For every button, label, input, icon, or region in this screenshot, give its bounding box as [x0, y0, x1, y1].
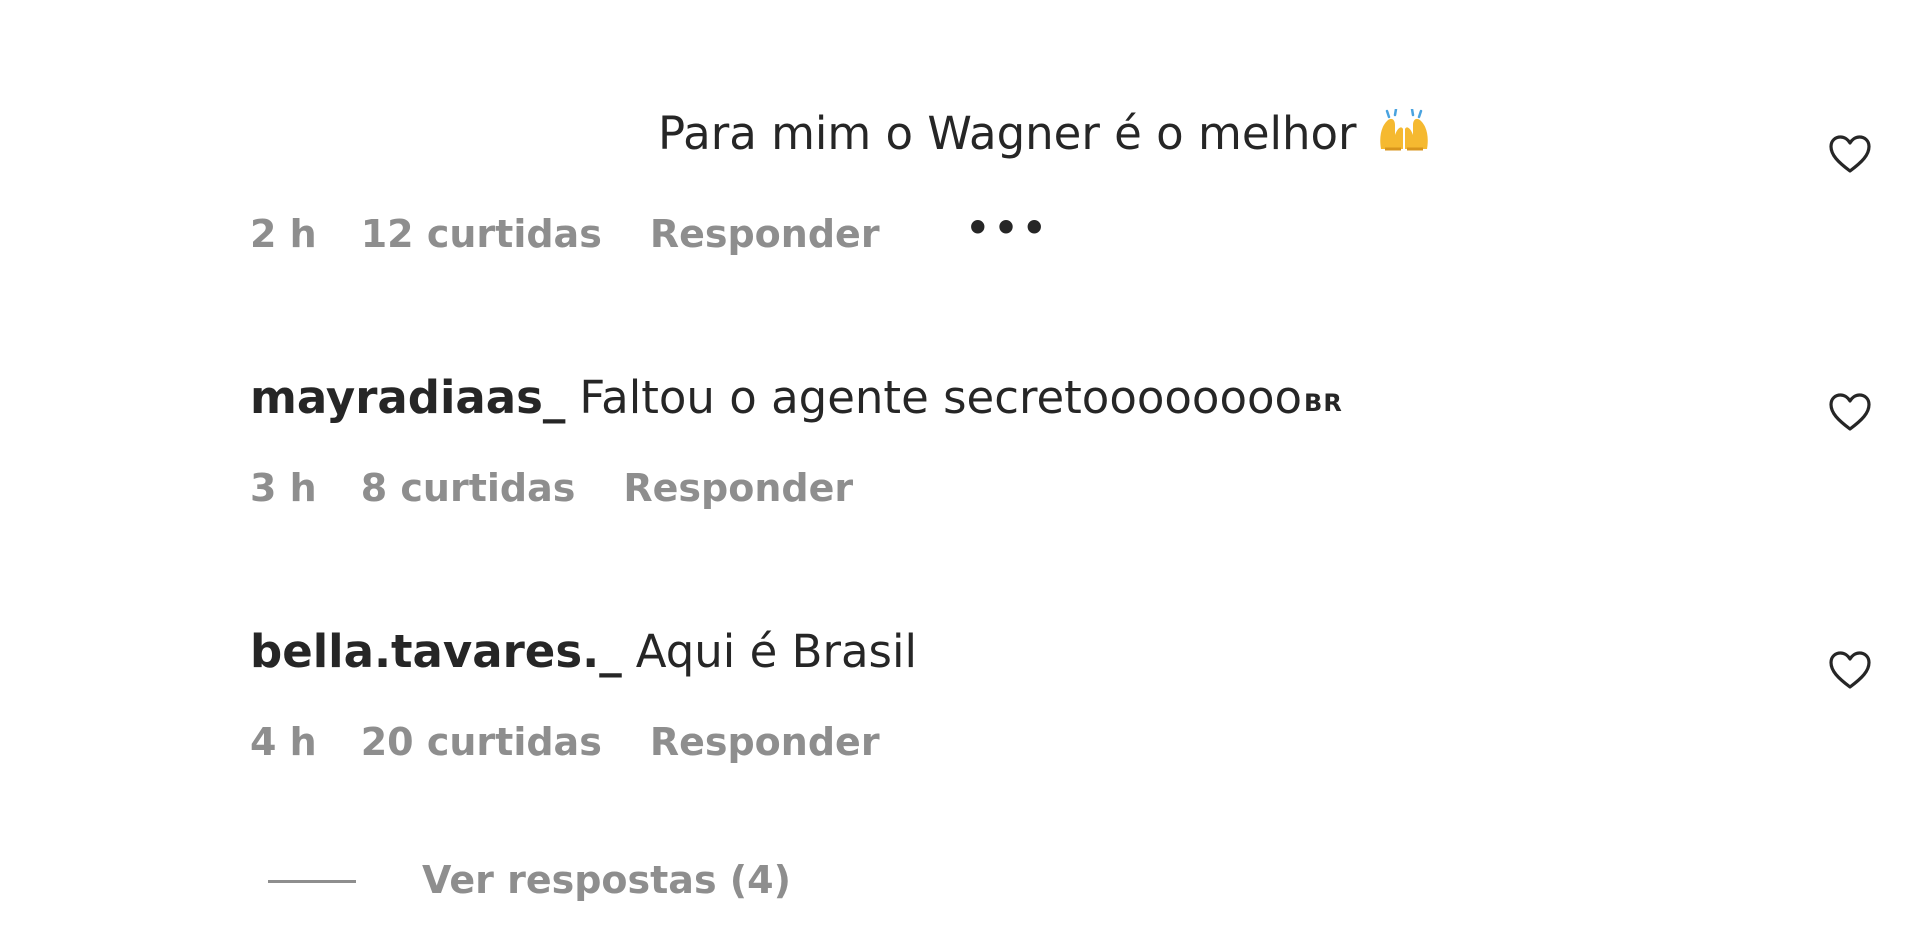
- comment-time: 3 h: [250, 466, 317, 510]
- comment-text: Para mim o Wagner é o melhor: [658, 107, 1357, 160]
- comment-username[interactable]: bella.tavares._: [250, 625, 622, 678]
- heart-outline-icon: [1829, 135, 1871, 173]
- reply-button[interactable]: Responder: [650, 718, 880, 766]
- heart-icon[interactable]: [1828, 134, 1872, 174]
- comment-meta: 4 h 20 curtidas Responder: [250, 718, 880, 766]
- heart-icon[interactable]: [1828, 650, 1872, 690]
- brazil-flag-badge: BR: [1304, 389, 1343, 417]
- comment-body: Para mim o Wagner é o melhor: [658, 106, 1433, 162]
- comment-meta: 2 h 12 curtidas Responder •••: [250, 204, 1050, 258]
- view-replies-label: Ver respostas (4): [422, 858, 791, 902]
- comment-likes[interactable]: 8 curtidas: [361, 464, 576, 512]
- more-options-button[interactable]: •••: [966, 204, 1051, 252]
- heart-outline-icon: [1829, 651, 1871, 689]
- comment-body: mayradiaas_ Faltou o agente secretooooooo…: [250, 370, 1343, 431]
- reply-button[interactable]: Responder: [650, 210, 880, 258]
- comment-text: Aqui é Brasil: [635, 625, 917, 678]
- comments-panel: Para mim o Wagner é o melhor 2 h 12 curti…: [0, 0, 1920, 951]
- comment-likes[interactable]: 20 curtidas: [361, 718, 602, 766]
- comment-username[interactable]: mayradiaas_: [250, 371, 565, 424]
- heart-outline-icon: [1829, 393, 1871, 431]
- comment-meta: 3 h 8 curtidas Responder: [250, 464, 853, 512]
- reply-button[interactable]: Responder: [623, 464, 853, 512]
- heart-icon[interactable]: [1828, 392, 1872, 432]
- comment-likes[interactable]: 12 curtidas: [361, 210, 602, 258]
- comment-time: 4 h: [250, 720, 317, 764]
- comment-text: Faltou o agente secretoooooooo: [579, 371, 1303, 424]
- raising-hands-emoji-icon: [1379, 109, 1428, 151]
- comment-body: bella.tavares._ Aqui é Brasil: [250, 624, 917, 680]
- view-replies-divider: [268, 880, 356, 883]
- comment-time: 2 h: [250, 212, 317, 256]
